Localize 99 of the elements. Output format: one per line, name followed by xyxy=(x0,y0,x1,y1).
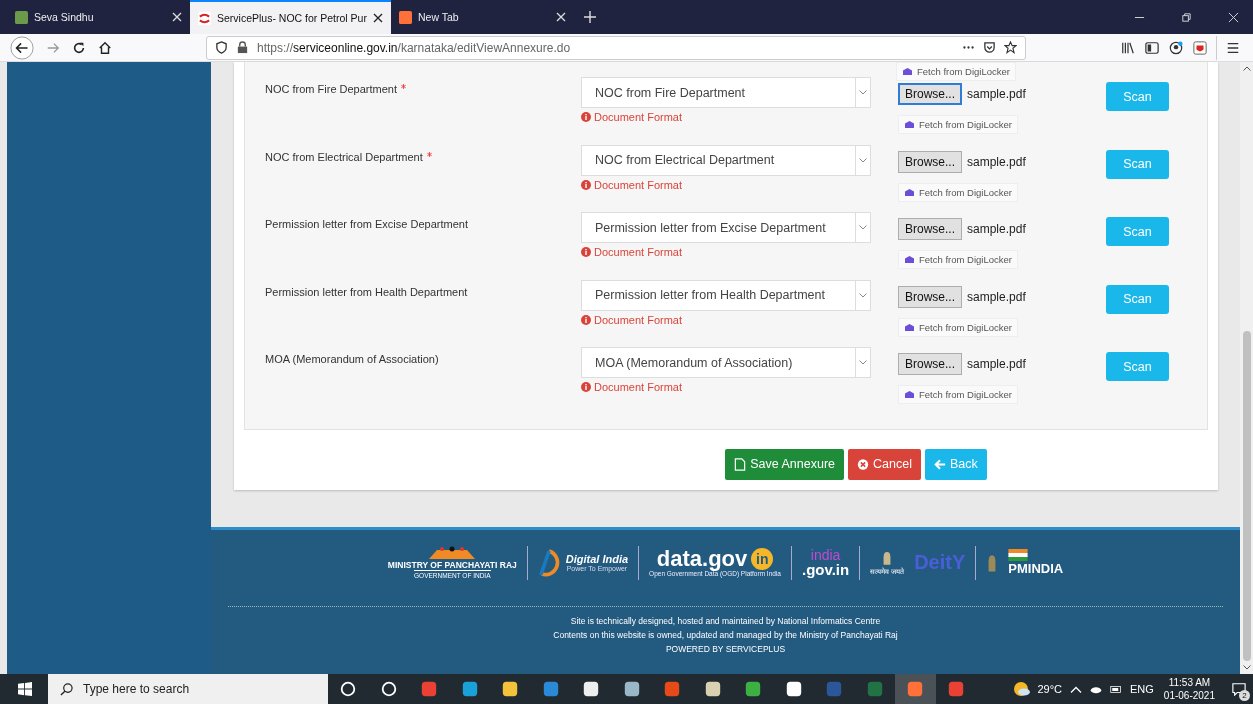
windows-start-icon[interactable] xyxy=(18,682,32,696)
digital-india-logo-icon xyxy=(537,547,562,578)
reload-icon[interactable] xyxy=(72,40,86,55)
close-icon[interactable] xyxy=(372,13,383,23)
cancel-button[interactable]: Cancel xyxy=(848,448,921,480)
browse-button[interactable]: Browse... xyxy=(898,218,962,240)
language-indicator[interactable]: ENG xyxy=(1130,683,1154,695)
clock-time[interactable]: 11:53 AM xyxy=(1168,676,1211,689)
browser-tab[interactable]: ServicePlus- NOC for Petrol Pur xyxy=(190,0,391,34)
notification-badge: 2 xyxy=(1239,690,1250,701)
file-name: sample.pdf xyxy=(967,87,1026,101)
taskbar-search-field[interactable]: Type here to search xyxy=(48,674,328,704)
digilocker-button[interactable]: Fetch from DigiLocker xyxy=(898,385,1018,404)
digital-india-logo-text: Digital India xyxy=(565,553,629,565)
close-icon xyxy=(857,457,870,471)
file-name: sample.pdf xyxy=(967,222,1026,236)
ministry-emblem-icon xyxy=(427,546,478,560)
digilocker-button[interactable]: Fetch from DigiLocker xyxy=(898,182,1018,202)
chevron-down-icon xyxy=(859,225,867,230)
clock-date[interactable]: 01-06-2021 xyxy=(1163,689,1215,702)
document-select[interactable]: Permission letter from Health Department xyxy=(581,279,871,311)
india-gov-logo-domain: .gov.in xyxy=(801,562,850,577)
shield-icon xyxy=(215,41,228,54)
site-icon xyxy=(15,10,28,24)
restore-icon[interactable] xyxy=(1181,11,1192,23)
footer-text: POWERED BY SERVICEPLUS xyxy=(665,643,786,654)
info-icon xyxy=(581,314,591,325)
star-icon[interactable] xyxy=(1004,41,1017,54)
chevron-down-icon xyxy=(859,157,867,163)
search-icon xyxy=(60,682,73,696)
info-icon xyxy=(581,382,591,392)
save-button[interactable]: Save Annexure xyxy=(725,448,845,480)
file-name: sample.pdf xyxy=(967,154,1026,169)
footer-text: Site is technically designed, hosted and maintained by National Informatics Centre xyxy=(570,615,881,626)
browse-button[interactable]: Browse... xyxy=(898,150,962,173)
temperature-text: 29°C xyxy=(1037,683,1062,695)
digilocker-button[interactable]: Fetch from DigiLocker xyxy=(896,62,1016,81)
address-bar[interactable]: https://serviceonline.gov.in/karnataka/editViewAnnexure.do xyxy=(206,35,1026,60)
document-label: NOC from Fire Department xyxy=(265,83,398,95)
digilocker-button[interactable]: Fetch from DigiLocker xyxy=(898,317,1018,337)
info-icon xyxy=(581,112,591,122)
document-select[interactable]: NOC from Electrical Department xyxy=(581,144,871,176)
scroll-down-icon[interactable] xyxy=(1242,665,1251,670)
file-name: sample.pdf xyxy=(967,289,1026,304)
format-link[interactable]: Document Format xyxy=(594,178,683,191)
flag-icon xyxy=(1008,549,1029,561)
browse-button[interactable]: Browse... xyxy=(898,353,962,375)
india-gov-logo-text: india xyxy=(810,548,841,562)
format-link[interactable]: Document Format xyxy=(594,111,683,123)
weather-icon xyxy=(1013,680,1032,698)
extension-icon[interactable] xyxy=(1193,40,1207,55)
browse-button[interactable]: Browse... xyxy=(898,285,962,308)
pocket-icon[interactable] xyxy=(983,41,996,54)
chevron-down-icon xyxy=(859,90,867,95)
lock-icon xyxy=(236,41,249,54)
format-link[interactable]: Document Format xyxy=(594,246,683,258)
format-link[interactable]: Document Format xyxy=(594,313,683,326)
digilocker-button[interactable]: Fetch from DigiLocker xyxy=(898,115,1018,134)
ministry-logo-text: MINISTRY OF PANCHAYATI RAJ xyxy=(387,560,517,570)
scrollbar[interactable] xyxy=(1240,62,1253,674)
sidebar-icon[interactable] xyxy=(1145,40,1159,55)
home-icon[interactable] xyxy=(98,40,112,55)
site-icon xyxy=(398,10,412,24)
menu-icon[interactable] xyxy=(1226,40,1240,55)
notification-icon xyxy=(1232,682,1246,696)
data-gov-logo-badge: in xyxy=(751,548,774,570)
back-icon[interactable] xyxy=(10,35,34,60)
site-icon xyxy=(198,11,211,25)
arrow-left-icon xyxy=(933,457,946,471)
circle-icon xyxy=(339,680,358,698)
document-select[interactable]: Permission letter from Excise Department xyxy=(581,212,871,243)
file-name: sample.pdf xyxy=(967,357,1026,371)
format-link[interactable]: Document Format xyxy=(594,381,683,393)
footer-text: Contents on this website is owned, updated and managed by the Ministry of Panchayati Raj xyxy=(553,629,898,640)
chevron-down-icon xyxy=(859,292,867,298)
url-text: https://serviceonline.gov.in/karnataka/editViewAnnexure.do xyxy=(257,40,571,55)
data-gov-logo-text: data.gov xyxy=(656,548,748,570)
pmindia-logo-text: PMINDIA xyxy=(1008,561,1064,576)
document-label: Permission letter from Health Department xyxy=(265,285,468,298)
document-label: NOC from Electrical Department xyxy=(265,150,423,163)
library-icon[interactable] xyxy=(1121,40,1135,55)
scroll-up-icon[interactable] xyxy=(1242,66,1251,71)
deity-logo-text: DeitY xyxy=(914,551,966,574)
account-icon[interactable] xyxy=(1169,40,1183,55)
chevron-down-icon xyxy=(859,360,867,365)
notification-button[interactable]: 2 xyxy=(1225,674,1253,704)
info-icon xyxy=(581,179,591,190)
document-select[interactable]: MOA (Memorandum of Association) xyxy=(581,347,871,378)
document-select[interactable]: NOC from Fire Department xyxy=(581,77,871,108)
chevron-up-icon[interactable] xyxy=(1070,684,1082,694)
digilocker-button[interactable]: Fetch from DigiLocker xyxy=(898,250,1018,269)
info-icon xyxy=(581,247,591,257)
new-tab-icon[interactable] xyxy=(583,11,596,23)
browser-tab[interactable]: New Tab xyxy=(390,0,574,34)
browser-tab[interactable]: Seva Sindhu xyxy=(7,0,190,34)
battery-icon[interactable] xyxy=(1110,684,1122,694)
document-label: MOA (Memorandum of Association) xyxy=(265,353,439,365)
document-label: Permission letter from Excise Department xyxy=(265,218,468,230)
browse-button[interactable]: Browse... xyxy=(898,83,962,105)
